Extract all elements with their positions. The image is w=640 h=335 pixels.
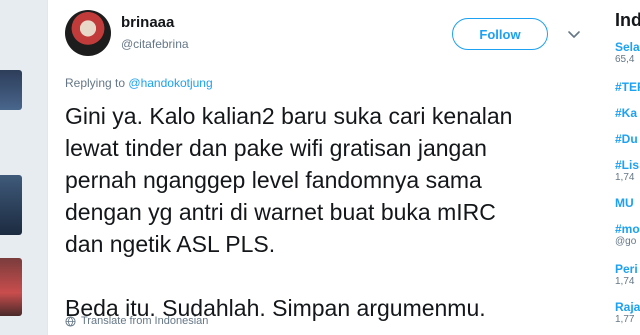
trend-tag: #TER — [615, 80, 640, 94]
tweet-text: Gini ya. Kalo kalian2 baru suka cari ken… — [65, 100, 585, 324]
trend-tag: #Ka — [615, 106, 638, 120]
trend-item[interactable]: #Lis 1,74 — [615, 158, 639, 183]
replying-prefix: Replying to — [65, 76, 126, 90]
avatar[interactable] — [65, 10, 111, 56]
trend-tag: Peri — [615, 262, 638, 276]
tweet-text-line: dengan yg antri di warnet buat buka mIRC — [65, 199, 496, 225]
replying-mention-link[interactable]: @handokotjung — [128, 76, 212, 90]
trend-tag: MU — [615, 196, 634, 210]
trend-item[interactable]: #mo @go — [615, 222, 640, 247]
trend-count: 1,77 — [615, 314, 635, 325]
translate-label: Translate from Indonesian — [81, 315, 209, 327]
tweet-text-line: dan ngetik ASL PLS. — [65, 231, 276, 257]
trend-count: 1,74 — [615, 172, 635, 183]
trend-item[interactable]: #Ka — [615, 106, 637, 120]
trend-count: 1,74 — [615, 276, 635, 287]
trend-tag: #mo — [615, 222, 640, 236]
trend-item[interactable]: #TER — [615, 80, 640, 94]
globe-icon — [65, 315, 76, 327]
trend-tag: #Lis — [615, 158, 640, 172]
follow-button[interactable]: Follow — [452, 18, 548, 50]
tweet-text-line: Gini ya. Kalo kalian2 baru suka cari ken… — [65, 103, 513, 129]
user-handle[interactable]: @citafebrina — [121, 37, 189, 51]
tweet-text-line: pernah nganggep level fandomnya sama — [65, 167, 482, 193]
trend-count: 65,4 — [615, 54, 635, 65]
trends-panel: Ind Sela 65,4 #TER #Ka #Du #Lis 1,74 MU … — [600, 0, 640, 335]
trend-tag: #Du — [615, 132, 638, 146]
chevron-down-icon[interactable] — [566, 26, 582, 42]
background-timeline-strip — [0, 0, 47, 335]
trend-item[interactable]: #Du — [615, 132, 638, 146]
replying-to: Replying to @handokotjung — [65, 76, 213, 90]
trend-item[interactable]: MU — [615, 196, 634, 210]
tweet-text-line: lewat tinder dan pake wifi gratisan jang… — [65, 135, 487, 161]
trend-item[interactable]: Peri 1,74 — [615, 262, 638, 287]
trend-count: @go — [615, 236, 637, 247]
display-name[interactable]: brinaaa — [121, 14, 174, 31]
trend-item[interactable]: Raja 1,77 — [615, 300, 640, 325]
trend-item[interactable]: Sela 65,4 — [615, 40, 640, 65]
translate-link[interactable]: Translate from Indonesian — [65, 315, 208, 327]
timeline-thumbnail — [0, 175, 22, 235]
trend-tag: Raja — [615, 300, 640, 314]
trends-title: Ind — [615, 10, 640, 30]
trend-tag: Sela — [615, 40, 640, 54]
tweet-card: brinaaa @citafebrina Follow Replying to … — [47, 0, 601, 335]
timeline-thumbnail — [0, 258, 22, 316]
timeline-thumbnail — [0, 70, 22, 110]
